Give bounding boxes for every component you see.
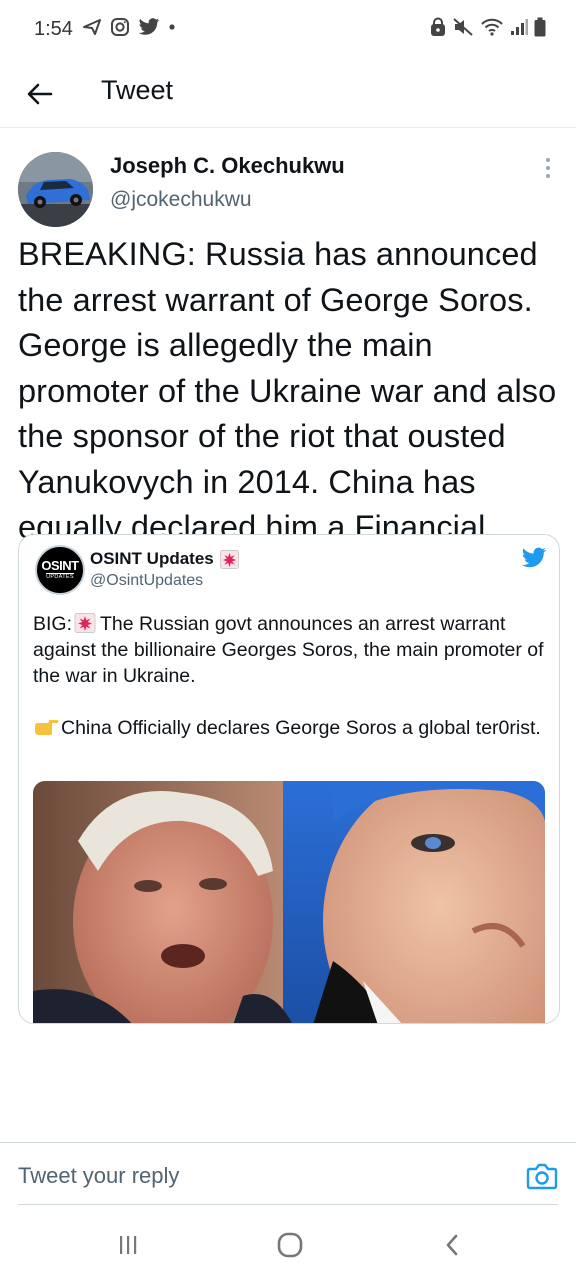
reply-bar — [0, 1142, 576, 1206]
more-options-button[interactable] — [536, 156, 560, 180]
status-bar: 1:54 — [0, 0, 576, 60]
status-notification-icons — [82, 17, 176, 37]
nav-back-button[interactable] — [432, 1230, 472, 1260]
quote-body: The Russian govt announces an arrest war… — [33, 613, 544, 687]
camera-button[interactable] — [526, 1161, 558, 1191]
twitter-icon — [138, 18, 160, 35]
quote-media-image[interactable] — [33, 781, 545, 1023]
avatar[interactable] — [18, 152, 93, 227]
siren-icon — [219, 549, 239, 569]
quote-avatar-logo-text: OSINT — [41, 558, 79, 573]
lock-icon — [431, 17, 445, 36]
quote-prefix: BIG: — [33, 613, 73, 635]
recents-button[interactable] — [108, 1230, 148, 1260]
arrow-left-icon — [27, 83, 53, 105]
wifi-icon — [481, 18, 503, 36]
quote-author-name[interactable]: OSINT Updates — [90, 549, 214, 569]
status-time: 1:54 — [34, 18, 73, 40]
send-icon — [83, 19, 101, 35]
quote-text: BIG: The Russian govt announces an arrest… — [33, 611, 553, 741]
quote-avatar[interactable]: OSINT UPDATES — [35, 545, 85, 595]
status-system-icons — [430, 17, 546, 37]
more-vertical-icon — [546, 158, 550, 162]
instagram-icon — [111, 18, 129, 36]
siren-icon — [74, 613, 96, 633]
chevron-left-icon — [446, 1234, 458, 1256]
twitter-bird-icon — [521, 547, 547, 568]
avatar-car-image — [18, 152, 93, 227]
more-vertical-icon-dot — [546, 166, 550, 170]
camera-icon — [526, 1163, 558, 1190]
reply-divider — [18, 1204, 558, 1205]
home-button[interactable] — [270, 1230, 310, 1260]
page-title: Tweet — [101, 75, 174, 105]
app-header: Tweet — [0, 60, 576, 128]
battery-icon — [534, 17, 546, 37]
pointing-hand-icon — [35, 720, 59, 735]
quote-paragraph-1: BIG: The Russian govt announces an arrest… — [33, 611, 553, 689]
quoted-tweet[interactable]: OSINT UPDATES OSINT Updates @OsintUpdate… — [18, 534, 560, 1024]
home-circle-icon — [277, 1232, 303, 1258]
reply-input[interactable] — [18, 1161, 498, 1191]
quote-name-row: OSINT Updates — [90, 549, 239, 569]
signal-icon — [511, 19, 528, 35]
quote-author-handle[interactable]: @OsintUpdates — [90, 572, 203, 590]
author-handle[interactable]: @jcokechukwu — [110, 188, 252, 212]
mute-icon — [453, 18, 473, 36]
author-name[interactable]: Joseph C. Okechukwu — [110, 153, 345, 179]
news-photo — [33, 781, 545, 1023]
dot-icon — [169, 24, 175, 30]
system-nav-bar — [0, 1208, 576, 1280]
more-vertical-icon-dot — [546, 174, 550, 178]
quote-paragraph-2: China Officially declares George Soros a… — [33, 715, 553, 741]
quote-avatar-logo-subtext: UPDATES — [46, 573, 74, 580]
back-button[interactable] — [20, 74, 60, 114]
quote-second-line: China Officially declares George Soros a… — [61, 717, 541, 739]
recents-icon — [120, 1236, 137, 1254]
